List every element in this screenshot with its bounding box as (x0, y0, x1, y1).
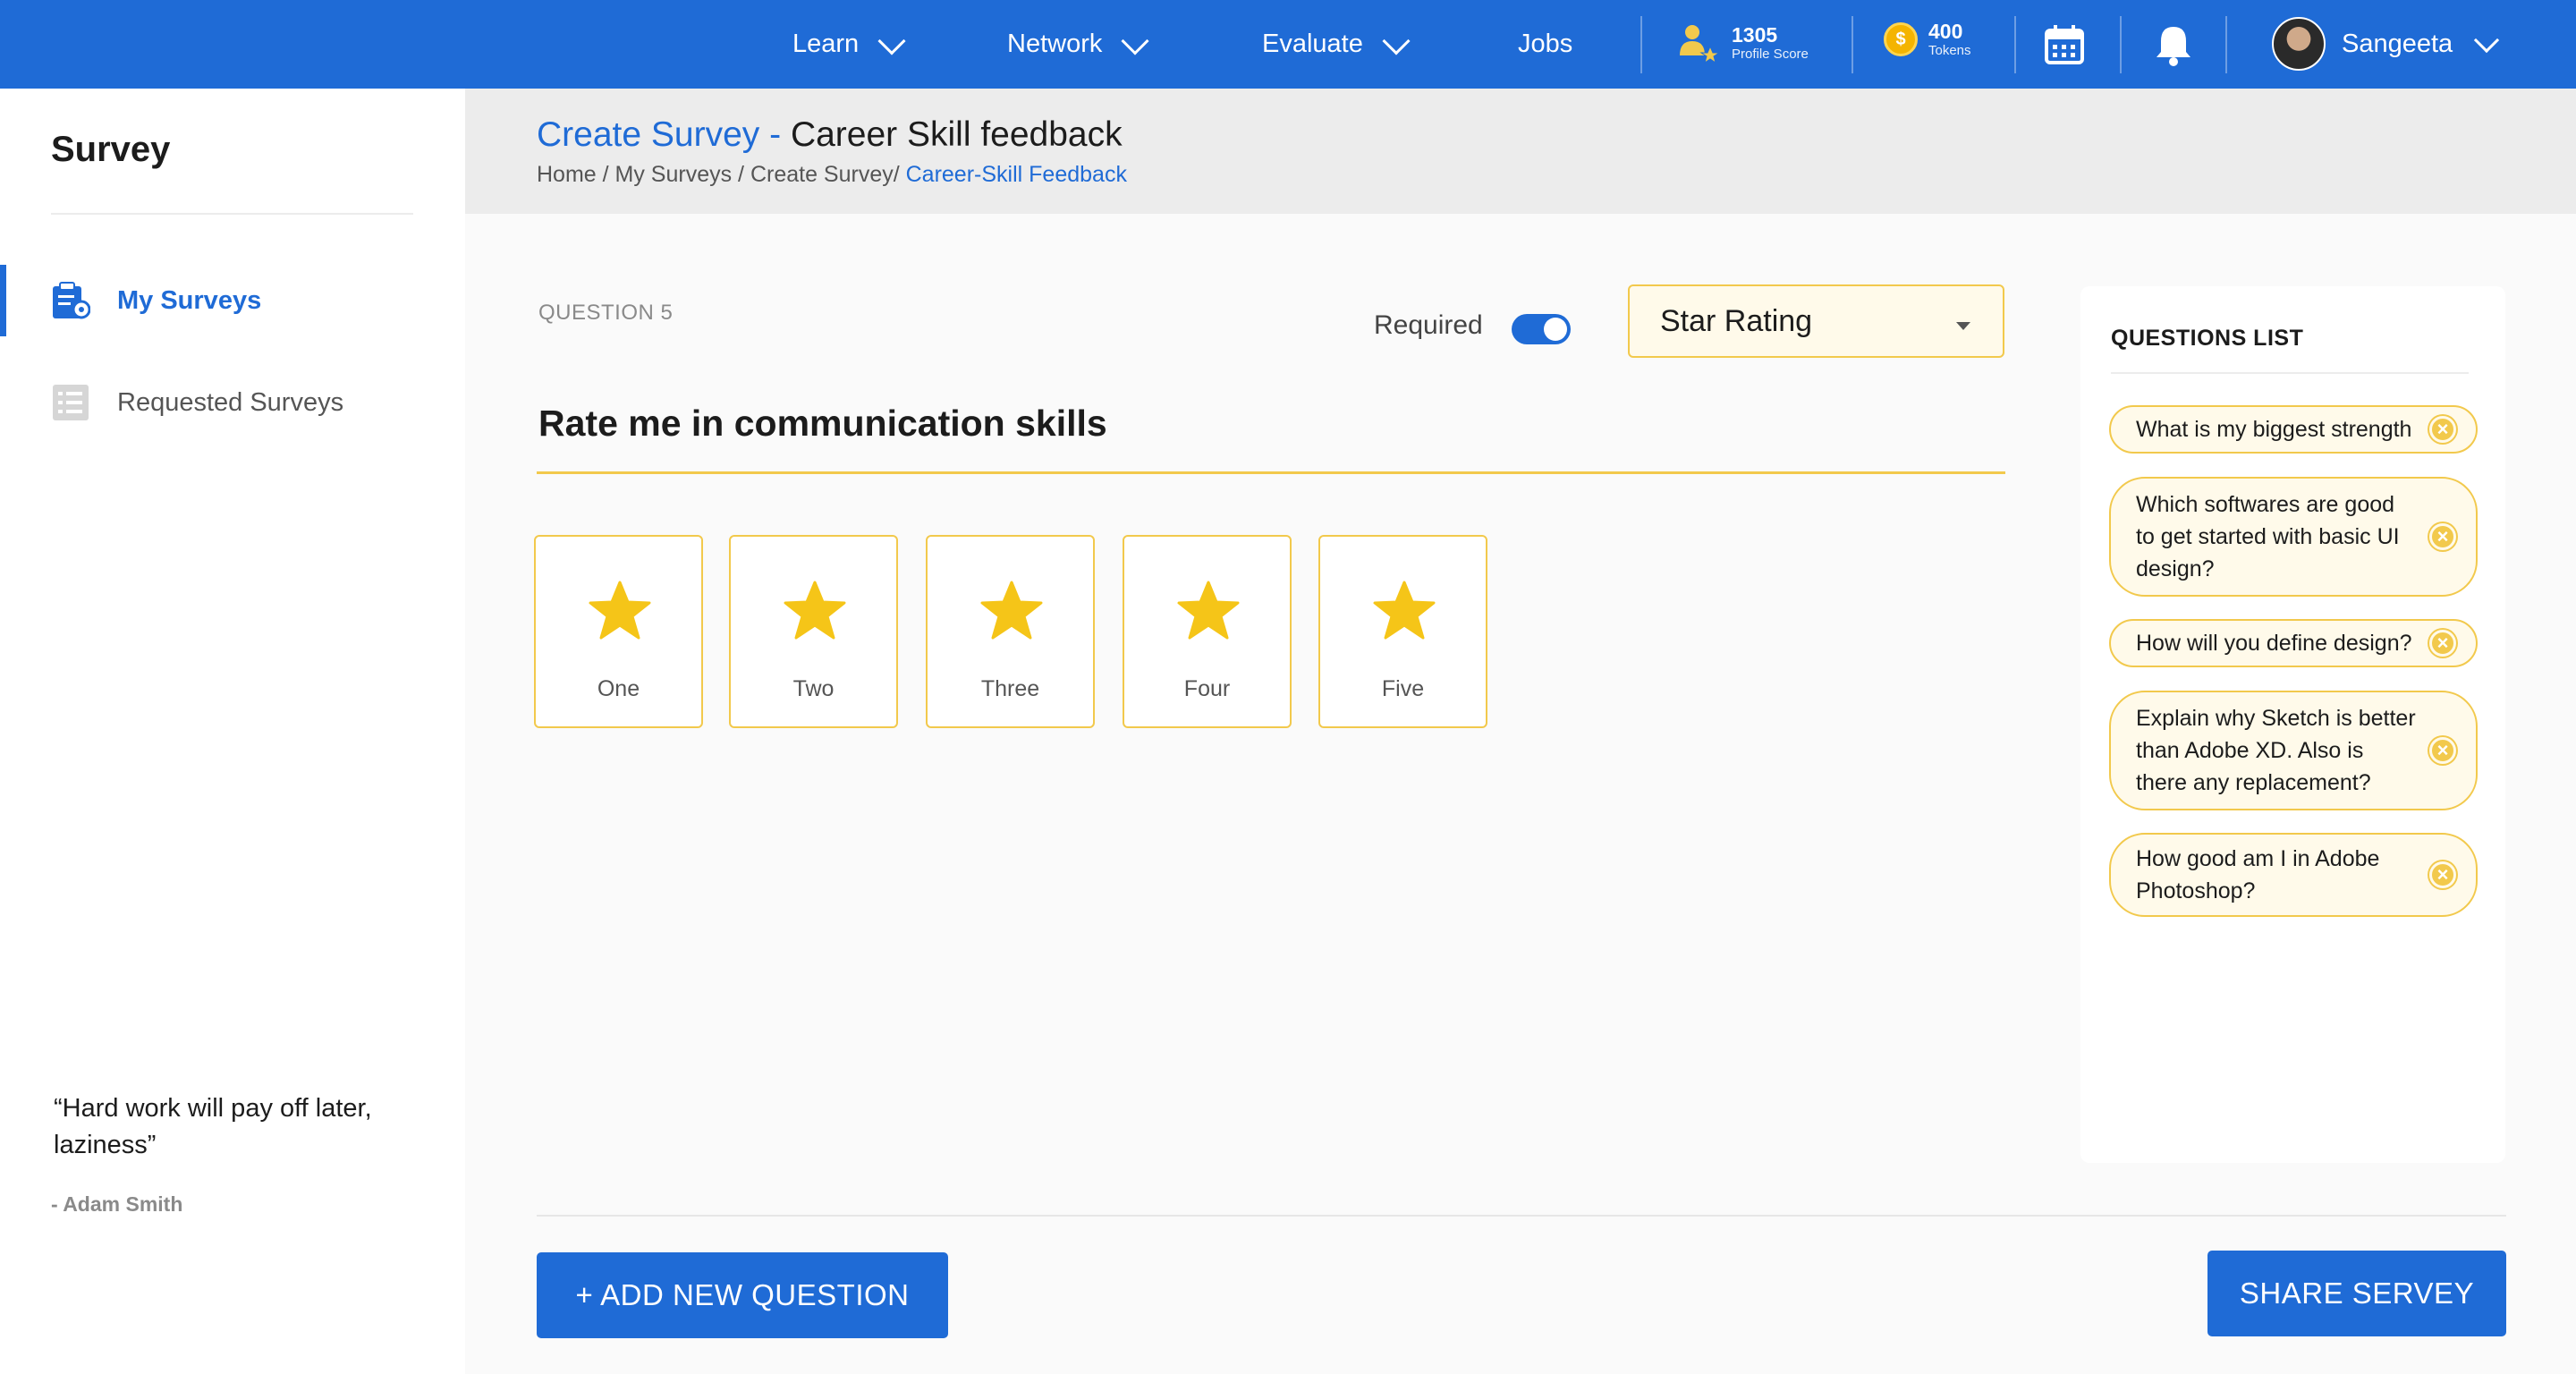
question-chip-text: What is my biggest strength (2136, 417, 2412, 442)
quote-text: “Hard work will pay off later, laziness” (54, 1094, 372, 1159)
nav-divider (2225, 16, 2227, 73)
tokens[interactable]: $ 400 Tokens (1884, 20, 1971, 59)
star-option-3[interactable]: Three (926, 535, 1095, 728)
divider (537, 1215, 2506, 1217)
star-icon (1373, 581, 1436, 640)
question-text[interactable]: Rate me in communication skills (538, 403, 1107, 445)
question-type-select[interactable]: Star Rating (1628, 284, 2004, 358)
profile-score[interactable]: 1305 Profile Score (1674, 20, 1809, 66)
nav-learn-label: Learn (792, 30, 860, 58)
question-chip-text: How will you define design? (2136, 631, 2412, 656)
required-label: Required (1374, 310, 1483, 340)
chevron-down-icon (877, 26, 906, 55)
chevron-down-icon (2474, 27, 2500, 54)
page-header: Create Survey - Career Skill feedback Ho… (465, 89, 2576, 214)
question-chip-text: Explain why Sketch is better than Adobe … (2136, 706, 2416, 795)
star-option-2[interactable]: Two (729, 535, 898, 728)
toggle-knob (1544, 318, 1567, 341)
nav-evaluate-label: Evaluate (1262, 30, 1363, 58)
nav-jobs[interactable]: Jobs (1518, 0, 1572, 89)
page-title-rest: Career Skill feedback (790, 115, 1123, 154)
question-chip-text: Which softwares are good to get started … (2136, 492, 2400, 581)
share-survey-button[interactable]: SHARE SERVEY (2207, 1251, 2506, 1336)
quote-author: - Adam Smith (51, 1192, 183, 1216)
star-option-label: One (597, 676, 640, 701)
survey-clipboard-icon (51, 281, 91, 320)
page-title: Create Survey - Career Skill feedback (537, 115, 1123, 155)
sidebar-item-requested-surveys[interactable]: Requested Surveys (0, 367, 465, 438)
sidebar-item-my-surveys[interactable]: My Surveys (0, 265, 465, 336)
star-option-label: Five (1381, 676, 1425, 701)
star-icon (1177, 581, 1240, 640)
add-question-button[interactable]: + ADD NEW QUESTION (537, 1252, 948, 1338)
breadcrumb: Home / My Surveys / Create Survey/ Caree… (537, 162, 1127, 188)
sidebar: Survey My Surveys Requested Surveys “Har… (0, 89, 465, 1374)
star-option-4[interactable]: Four (1123, 535, 1292, 728)
sidebar-item-label: Requested Surveys (117, 387, 344, 417)
question-underline (537, 471, 2005, 474)
question-number: QUESTION 5 (538, 301, 674, 325)
nav-network[interactable]: Network (1007, 0, 1149, 89)
list-document-icon (51, 383, 90, 422)
breadcrumb-trail[interactable]: Home / My Surveys / Create Survey/ (537, 162, 906, 187)
breadcrumb-current: Career-Skill Feedback (905, 162, 1127, 187)
question-chip[interactable]: How will you define design? × (2109, 619, 2478, 667)
star-option-label: Three (980, 676, 1040, 701)
star-icon (589, 581, 651, 640)
divider (2111, 372, 2469, 374)
calendar-icon[interactable] (2043, 23, 2086, 66)
star-option-5[interactable]: Five (1318, 535, 1487, 728)
question-chip[interactable]: How good am I in Adobe Photoshop? × (2109, 833, 2478, 917)
question-chip[interactable]: What is my biggest strength × (2109, 405, 2478, 454)
chevron-down-icon (1382, 26, 1411, 55)
tokens-value: 400 (1928, 20, 1963, 43)
question-type-value: Star Rating (1660, 303, 1813, 338)
required-toggle[interactable] (1512, 314, 1571, 344)
nav-divider (2120, 16, 2122, 73)
token-coin-icon: $ (1884, 22, 1918, 56)
sidebar-item-label: My Surveys (117, 285, 262, 315)
tokens-label: Tokens (1928, 43, 1971, 58)
question-chip-text: How good am I in Adobe Photoshop? (2136, 846, 2380, 903)
star-option-1[interactable]: One (534, 535, 703, 728)
remove-icon[interactable]: × (2429, 861, 2456, 888)
remove-icon[interactable]: × (2429, 737, 2456, 764)
nav-learn[interactable]: Learn (792, 0, 906, 89)
nav-evaluate[interactable]: Evaluate (1262, 0, 1411, 89)
avatar (2272, 17, 2326, 71)
remove-icon[interactable]: × (2429, 630, 2456, 657)
profile-score-icon (1674, 20, 1721, 66)
bell-icon[interactable] (2154, 23, 2193, 66)
user-name: Sangeeta (2342, 29, 2453, 58)
questions-list-panel: QUESTIONS LIST What is my biggest streng… (2080, 286, 2505, 1163)
star-icon (784, 581, 846, 640)
star-option-label: Four (1183, 676, 1231, 701)
chevron-down-icon (1121, 26, 1149, 55)
top-navbar: Learn Network Evaluate Jobs 1305 Profile… (0, 0, 2576, 89)
star-icon (980, 581, 1043, 640)
sidebar-title: Survey (51, 130, 171, 169)
nav-network-label: Network (1007, 30, 1103, 58)
nav-jobs-label: Jobs (1518, 30, 1573, 58)
page-title-accent: Create Survey - (537, 115, 791, 154)
nav-divider (2014, 16, 2016, 73)
profile-score-value: 1305 (1732, 23, 1778, 47)
user-menu[interactable]: Sangeeta (2272, 17, 2500, 71)
nav-divider (1640, 16, 1642, 73)
remove-icon[interactable]: × (2429, 523, 2456, 550)
divider (51, 213, 413, 215)
question-chip[interactable]: Explain why Sketch is better than Adobe … (2109, 691, 2478, 810)
question-chip[interactable]: Which softwares are good to get started … (2109, 477, 2478, 597)
nav-divider (1852, 16, 1853, 73)
profile-score-label: Profile Score (1732, 47, 1809, 62)
questions-list-title: QUESTIONS LIST (2111, 326, 2304, 351)
caret-down-icon (1956, 322, 1970, 330)
remove-icon[interactable]: × (2429, 416, 2456, 443)
star-option-label: Two (792, 676, 835, 701)
